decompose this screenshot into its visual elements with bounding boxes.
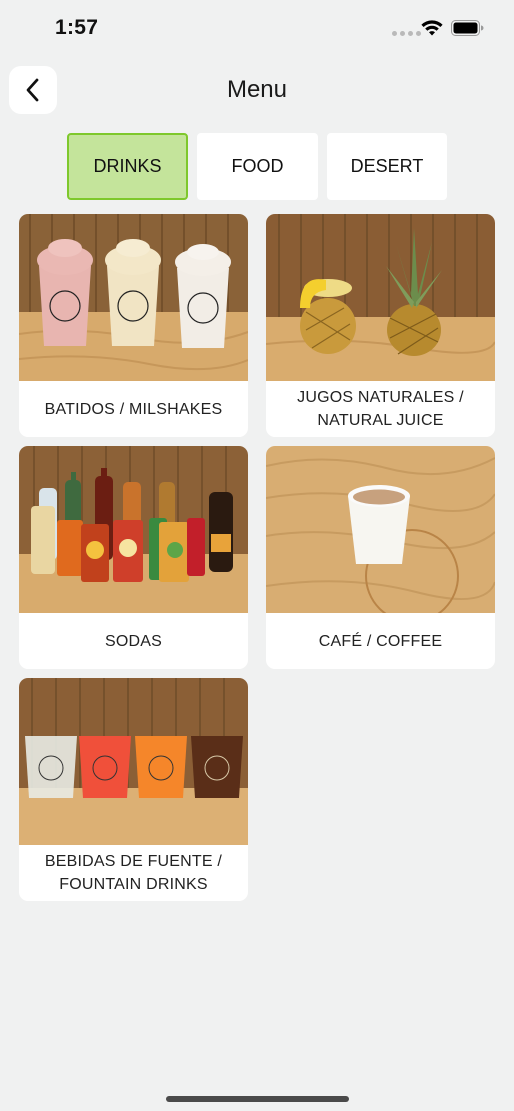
status-time: 1:57 [55,16,99,39]
status-bar: 1:57 [0,0,514,56]
category-label: BEBIDAS DE FUENTE / FOUNTAIN DRINKS [44,853,223,893]
category-label: SODAS [104,632,162,650]
category-card-milkshakes[interactable]: BATIDOS / MILSHAKES [19,214,248,437]
fountain-drinks-image [19,678,248,845]
category-label: JUGOS NATURALES / NATURAL JUICE [297,389,464,429]
category-card-coffee[interactable]: CAFÉ / COFFEE [266,446,495,669]
category-label: CAFÉ / COFFEE [318,632,443,650]
sodas-image [19,446,248,613]
coffee-image [266,446,495,613]
tab-food[interactable]: FOOD [197,133,318,200]
tab-drinks[interactable]: DRINKS [67,133,188,200]
category-card-natural-juice[interactable]: JUGOS NATURALES / NATURAL JUICE [266,214,495,437]
home-indicator[interactable] [166,1096,349,1102]
signal-dots-icon [392,31,421,36]
tab-desert[interactable]: DESERT [327,133,447,200]
milkshakes-image [19,214,248,381]
category-label: BATIDOS / MILSHAKES [44,400,223,418]
wifi-icon [421,20,443,36]
page-title: Menu [226,76,288,103]
battery-icon [451,20,484,36]
category-card-fountain-drinks[interactable]: BEBIDAS DE FUENTE / FOUNTAIN DRINKS [19,678,248,901]
category-card-sodas[interactable]: SODAS [19,446,248,669]
natural-juice-image [266,214,495,381]
